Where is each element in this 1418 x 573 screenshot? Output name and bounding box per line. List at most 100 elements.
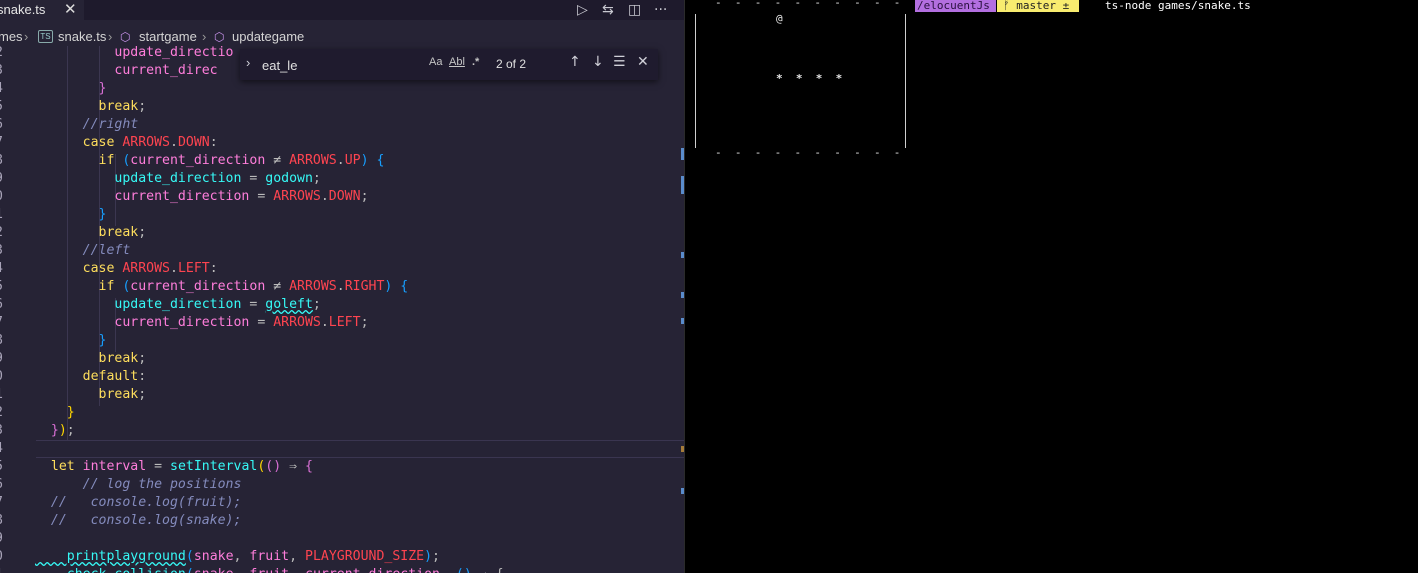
- next-match-icon[interactable]: ↓: [592, 54, 604, 70]
- line-number: 8: [0, 152, 3, 170]
- code-token: update_directio: [35, 45, 234, 60]
- code-token: =: [146, 459, 170, 474]
- code-token: DOWN: [177, 135, 210, 150]
- line-number: 5: [0, 458, 3, 476]
- code-token: (): [265, 459, 282, 474]
- line-number: 8: [0, 332, 3, 350]
- find-in-selection-icon[interactable]: ☰: [613, 54, 626, 70]
- code-token: ARROWS: [289, 279, 337, 294]
- code-token: ,: [289, 549, 305, 564]
- line-number: 4: [0, 80, 3, 98]
- regex-icon[interactable]: .*: [472, 56, 479, 68]
- close-icon[interactable]: ✕: [637, 54, 649, 70]
- code-token: PLAYGROUND_SIZE: [305, 549, 425, 564]
- code-token: ;: [138, 387, 147, 402]
- code-text: check_collision(snake, fruit, current_di…: [35, 566, 504, 573]
- code-token: .: [336, 279, 345, 294]
- code-editor[interactable]: snake.ts ✕ ▷ ⇆ ◫ ··· mes › TS snake.ts ›…: [0, 0, 684, 573]
- line-number: 2: [0, 404, 3, 422]
- compare-changes-icon[interactable]: ⇆: [602, 0, 614, 20]
- line-number: 3: [0, 422, 3, 440]
- code-token: LEFT: [328, 315, 361, 330]
- code-token: ≠: [273, 153, 290, 168]
- tab-bar: snake.ts ✕ ▷ ⇆ ◫ ···: [0, 0, 684, 20]
- code-token: RIGHT: [344, 279, 385, 294]
- code-token: ;: [360, 315, 369, 330]
- code-text: update_direction = godown;: [35, 170, 321, 188]
- code-token: ;: [312, 297, 321, 312]
- code-token: }: [35, 207, 107, 222]
- code-text: break;: [35, 386, 147, 404]
- code-token: snake: [194, 567, 234, 573]
- code-text: //right: [35, 116, 139, 134]
- code-token: //left: [35, 243, 131, 258]
- more-actions-icon[interactable]: ···: [654, 0, 667, 20]
- code-token: update_direction: [35, 171, 242, 186]
- code-token: {: [368, 153, 385, 168]
- line-number: 1: [0, 386, 3, 404]
- breadcrumb-folder[interactable]: mes: [0, 28, 23, 46]
- line-number: 9: [0, 350, 3, 368]
- previous-match-icon[interactable]: ↑: [569, 54, 581, 70]
- code-token: ;: [312, 171, 321, 186]
- code-token: ,: [289, 567, 305, 573]
- code-token: ARROWS: [289, 153, 337, 168]
- line-number: 3: [0, 242, 3, 260]
- code-token: ⇒ {: [472, 567, 504, 573]
- code-token: ARROWS: [273, 315, 321, 330]
- code-token: setInterval: [170, 459, 258, 474]
- code-token: .: [320, 315, 329, 330]
- code-token: .: [169, 261, 178, 276]
- code-token: =: [249, 189, 274, 204]
- code-token: .: [336, 153, 345, 168]
- code-token: // log the positions: [35, 477, 242, 492]
- chevron-right-icon: ›: [24, 29, 29, 44]
- code-token: }: [35, 405, 75, 420]
- match-case-icon[interactable]: Aa: [429, 56, 442, 68]
- code-token: default: [35, 369, 139, 384]
- code-token: case: [35, 135, 123, 150]
- line-number: 6: [0, 296, 3, 314]
- line-number: 1: [0, 206, 3, 224]
- code-token: current_direction: [130, 153, 274, 168]
- run-icon[interactable]: ▷: [577, 0, 588, 20]
- code-token: =: [241, 171, 266, 186]
- code-token: :: [138, 369, 147, 384]
- terminal-panel[interactable]: - - - - - - - - - - @ * * * * - - - - - …: [684, 0, 1418, 573]
- code-token: {: [392, 279, 409, 294]
- code-token: LEFT: [177, 261, 210, 276]
- whole-word-icon[interactable]: Abl: [449, 56, 465, 68]
- prompt-path: /elocuentJs: [915, 0, 996, 12]
- line-number: 5: [0, 278, 3, 296]
- code-token: ;: [138, 351, 147, 366]
- line-number: 6: [0, 116, 3, 134]
- find-widget: › Aa Abl .* 2 of 2 ↑ ↓ ☰ ✕: [240, 49, 658, 80]
- line-number: 9: [0, 170, 3, 188]
- code-token: .: [320, 189, 329, 204]
- code-token: break: [35, 351, 139, 366]
- code-token: break: [35, 225, 139, 240]
- typescript-file-icon: TS: [38, 30, 53, 43]
- close-icon[interactable]: ✕: [64, 0, 77, 20]
- code-text: case ARROWS.LEFT:: [35, 260, 218, 278]
- code-text: current_direction = ARROWS.LEFT;: [35, 314, 369, 332]
- code-token: UP: [344, 153, 361, 168]
- code-token: ;: [66, 423, 75, 438]
- code-token: ARROWS: [122, 135, 170, 150]
- code-token: fruit: [249, 567, 289, 573]
- code-token: let: [35, 459, 83, 474]
- code-token: ;: [138, 99, 147, 114]
- code-token: //right: [35, 117, 139, 132]
- breadcrumb-scope-updategame[interactable]: updategame: [232, 28, 304, 46]
- tab-snake-ts[interactable]: snake.ts ✕: [0, 0, 84, 20]
- split-editor-icon[interactable]: ◫: [628, 0, 641, 20]
- toggle-replace-icon[interactable]: ›: [246, 55, 250, 70]
- code-text: break;: [35, 98, 147, 116]
- code-token: update_direction: [35, 297, 242, 312]
- prompt-git-branch: ᚠ master ±: [997, 0, 1080, 12]
- code-token: if: [35, 153, 123, 168]
- code-token: }: [35, 81, 107, 96]
- code-token: ,: [233, 549, 250, 564]
- code-token: printplayground: [35, 549, 186, 564]
- code-token: (: [185, 549, 194, 564]
